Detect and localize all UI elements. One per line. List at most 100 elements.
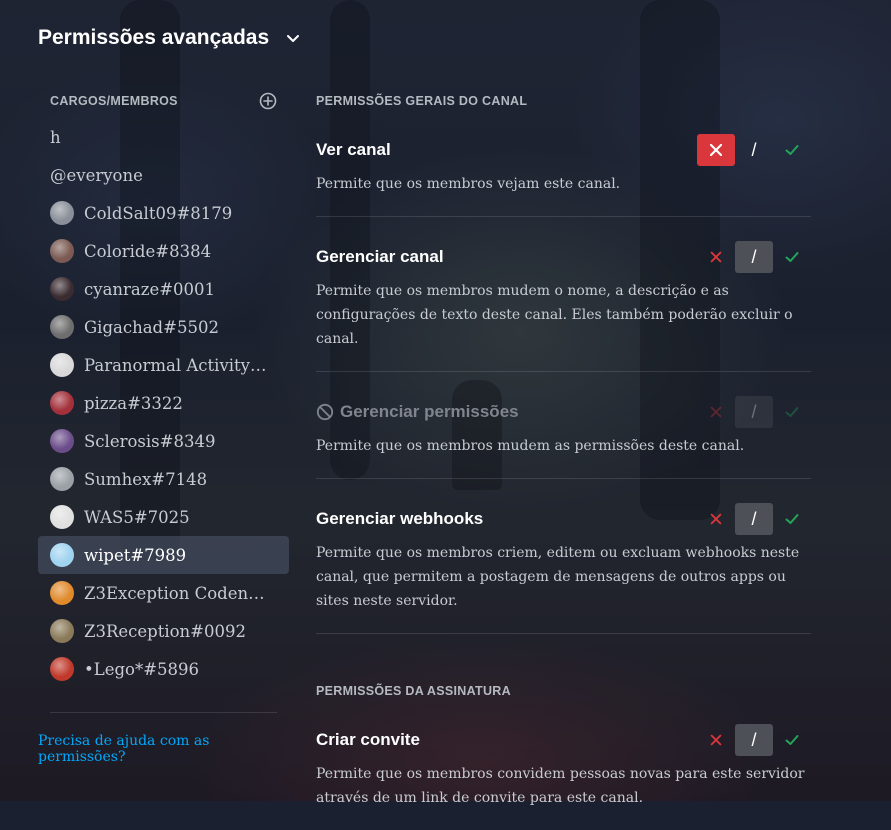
role-member-item[interactable]: ColdSalt09#8179 <box>38 194 289 232</box>
avatar <box>50 543 74 567</box>
close-icon <box>710 251 722 263</box>
role-member-item[interactable]: WAS5#7025 <box>38 498 289 536</box>
role-member-item[interactable]: @everyone <box>38 156 289 194</box>
permissions-help-link[interactable]: Precisa de ajuda com as permissões? <box>38 733 289 765</box>
role-member-item[interactable]: Coloride#8384 <box>38 232 289 270</box>
role-member-item[interactable]: cyanraze#0001 <box>38 270 289 308</box>
roles-members-header: CARGOS/MEMBROS <box>38 88 289 114</box>
roles-members-heading: CARGOS/MEMBROS <box>50 94 178 108</box>
neutral-button[interactable]: / <box>735 241 773 273</box>
permission-description: Permite que os membros vejam este canal. <box>316 176 621 192</box>
page-title: Permissões avançadas <box>38 26 270 49</box>
permission-name: Criar convite <box>316 730 420 750</box>
role-member-name: WAS5#7025 <box>84 507 190 527</box>
permission-name: Gerenciar canal <box>316 247 444 267</box>
neutral-button[interactable]: / <box>735 724 773 756</box>
role-member-name: Sclerosis#8349 <box>84 431 216 451</box>
permission-description: Permite que os membros mudem o nome, a d… <box>316 283 793 347</box>
close-icon <box>709 143 723 157</box>
avatar <box>50 429 74 453</box>
roles-members-list: h @everyone ColdSalt09#8179 Coloride#8384 cy… <box>38 118 289 688</box>
permission-toggle: / <box>697 396 811 428</box>
advanced-permissions-page: Permissões avançadas CARGOS/MEMBROS h @ev… <box>0 0 891 806</box>
role-member-item[interactable]: pizza#3322 <box>38 384 289 422</box>
allow-button[interactable] <box>773 134 811 166</box>
permission-description: Permite que os membros mudem as permissõ… <box>316 438 745 454</box>
permission-toggle: / <box>697 241 811 273</box>
role-member-item[interactable]: Sumhex#7148 <box>38 460 289 498</box>
check-icon <box>785 145 799 155</box>
permission-name-text: Criar convite <box>316 730 420 749</box>
close-icon <box>710 734 722 746</box>
close-icon <box>710 406 722 418</box>
deny-button[interactable] <box>697 724 735 756</box>
permission-name: Gerenciar webhooks <box>316 509 483 529</box>
divider <box>50 712 277 713</box>
role-member-item[interactable]: •Lego*#5896 <box>38 650 289 688</box>
avatar <box>50 657 74 681</box>
permission-row: Ver canal / Permite que os membros vejam e… <box>316 114 811 217</box>
role-member-item[interactable]: Z3Reception#0092 <box>38 612 289 650</box>
disabled-icon <box>316 403 334 421</box>
role-member-name: Gigachad#5502 <box>84 317 219 337</box>
deny-button[interactable] <box>697 241 735 273</box>
close-icon <box>710 513 722 525</box>
permission-row: Gerenciar canal / Permite que os membros m… <box>316 217 811 372</box>
avatar <box>50 239 74 263</box>
allow-button[interactable] <box>773 724 811 756</box>
permission-row: Criar convite / Permite que os membros con… <box>316 704 811 830</box>
role-member-item[interactable]: wipet#7989 <box>38 536 289 574</box>
page-header[interactable]: Permissões avançadas <box>38 26 303 50</box>
slash-icon: / <box>751 246 757 267</box>
deny-button[interactable] <box>697 134 735 166</box>
permission-toggle: / <box>697 724 811 756</box>
chevron-down-icon[interactable] <box>283 28 303 48</box>
avatar <box>50 391 74 415</box>
role-member-name: ColdSalt09#8179 <box>84 203 233 223</box>
role-member-name: •Lego*#5896 <box>84 659 200 679</box>
neutral-button[interactable]: / <box>735 134 773 166</box>
role-member-name: cyanraze#0001 <box>84 279 216 299</box>
role-member-name: h <box>50 127 61 147</box>
slash-icon: / <box>751 401 757 422</box>
neutral-button: / <box>735 396 773 428</box>
section-heading: PERMISSÕES DA ASSINATURA <box>316 684 511 698</box>
allow-button[interactable] <box>773 241 811 273</box>
roles-members-sidebar: CARGOS/MEMBROS h @everyone ColdSalt09#8179… <box>38 88 289 765</box>
avatar <box>50 315 74 339</box>
permissions-content: PERMISSÕES GERAIS DO CANAL Ver canal / Perm… <box>316 88 811 830</box>
slash-icon: / <box>751 139 757 160</box>
role-member-name: Z3Exception Codena… <box>84 583 270 603</box>
avatar <box>50 277 74 301</box>
check-icon <box>785 407 799 417</box>
role-member-item[interactable]: h <box>38 118 289 156</box>
permission-name: Gerenciar permissões <box>316 402 519 422</box>
avatar <box>50 619 74 643</box>
neutral-button[interactable]: / <box>735 503 773 535</box>
permission-row: Gerenciar webhooks / Permite que os membro… <box>316 479 811 634</box>
permission-toggle: / <box>697 134 811 166</box>
check-icon <box>785 735 799 745</box>
allow-button <box>773 396 811 428</box>
deny-button[interactable] <box>697 503 735 535</box>
permission-name-text: Ver canal <box>316 140 391 159</box>
role-member-item[interactable]: Gigachad#5502 <box>38 308 289 346</box>
role-member-item[interactable]: Paranormal Activity#6… <box>38 346 289 384</box>
deny-button <box>697 396 735 428</box>
permission-toggle: / <box>697 503 811 535</box>
permission-description: Permite que os membros convidem pessoas … <box>316 766 805 806</box>
check-icon <box>785 252 799 262</box>
role-member-item[interactable]: Sclerosis#8349 <box>38 422 289 460</box>
avatar <box>50 581 74 605</box>
role-member-name: @everyone <box>50 165 143 185</box>
avatar <box>50 467 74 491</box>
check-icon <box>785 514 799 524</box>
slash-icon: / <box>751 729 757 750</box>
role-member-item[interactable]: Z3Exception Codena… <box>38 574 289 612</box>
role-member-name: Paranormal Activity#6… <box>84 355 270 375</box>
role-member-name: wipet#7989 <box>84 545 187 565</box>
avatar <box>50 505 74 529</box>
permission-name-text: Gerenciar canal <box>316 247 444 266</box>
add-role-member-icon[interactable] <box>259 92 277 110</box>
allow-button[interactable] <box>773 503 811 535</box>
